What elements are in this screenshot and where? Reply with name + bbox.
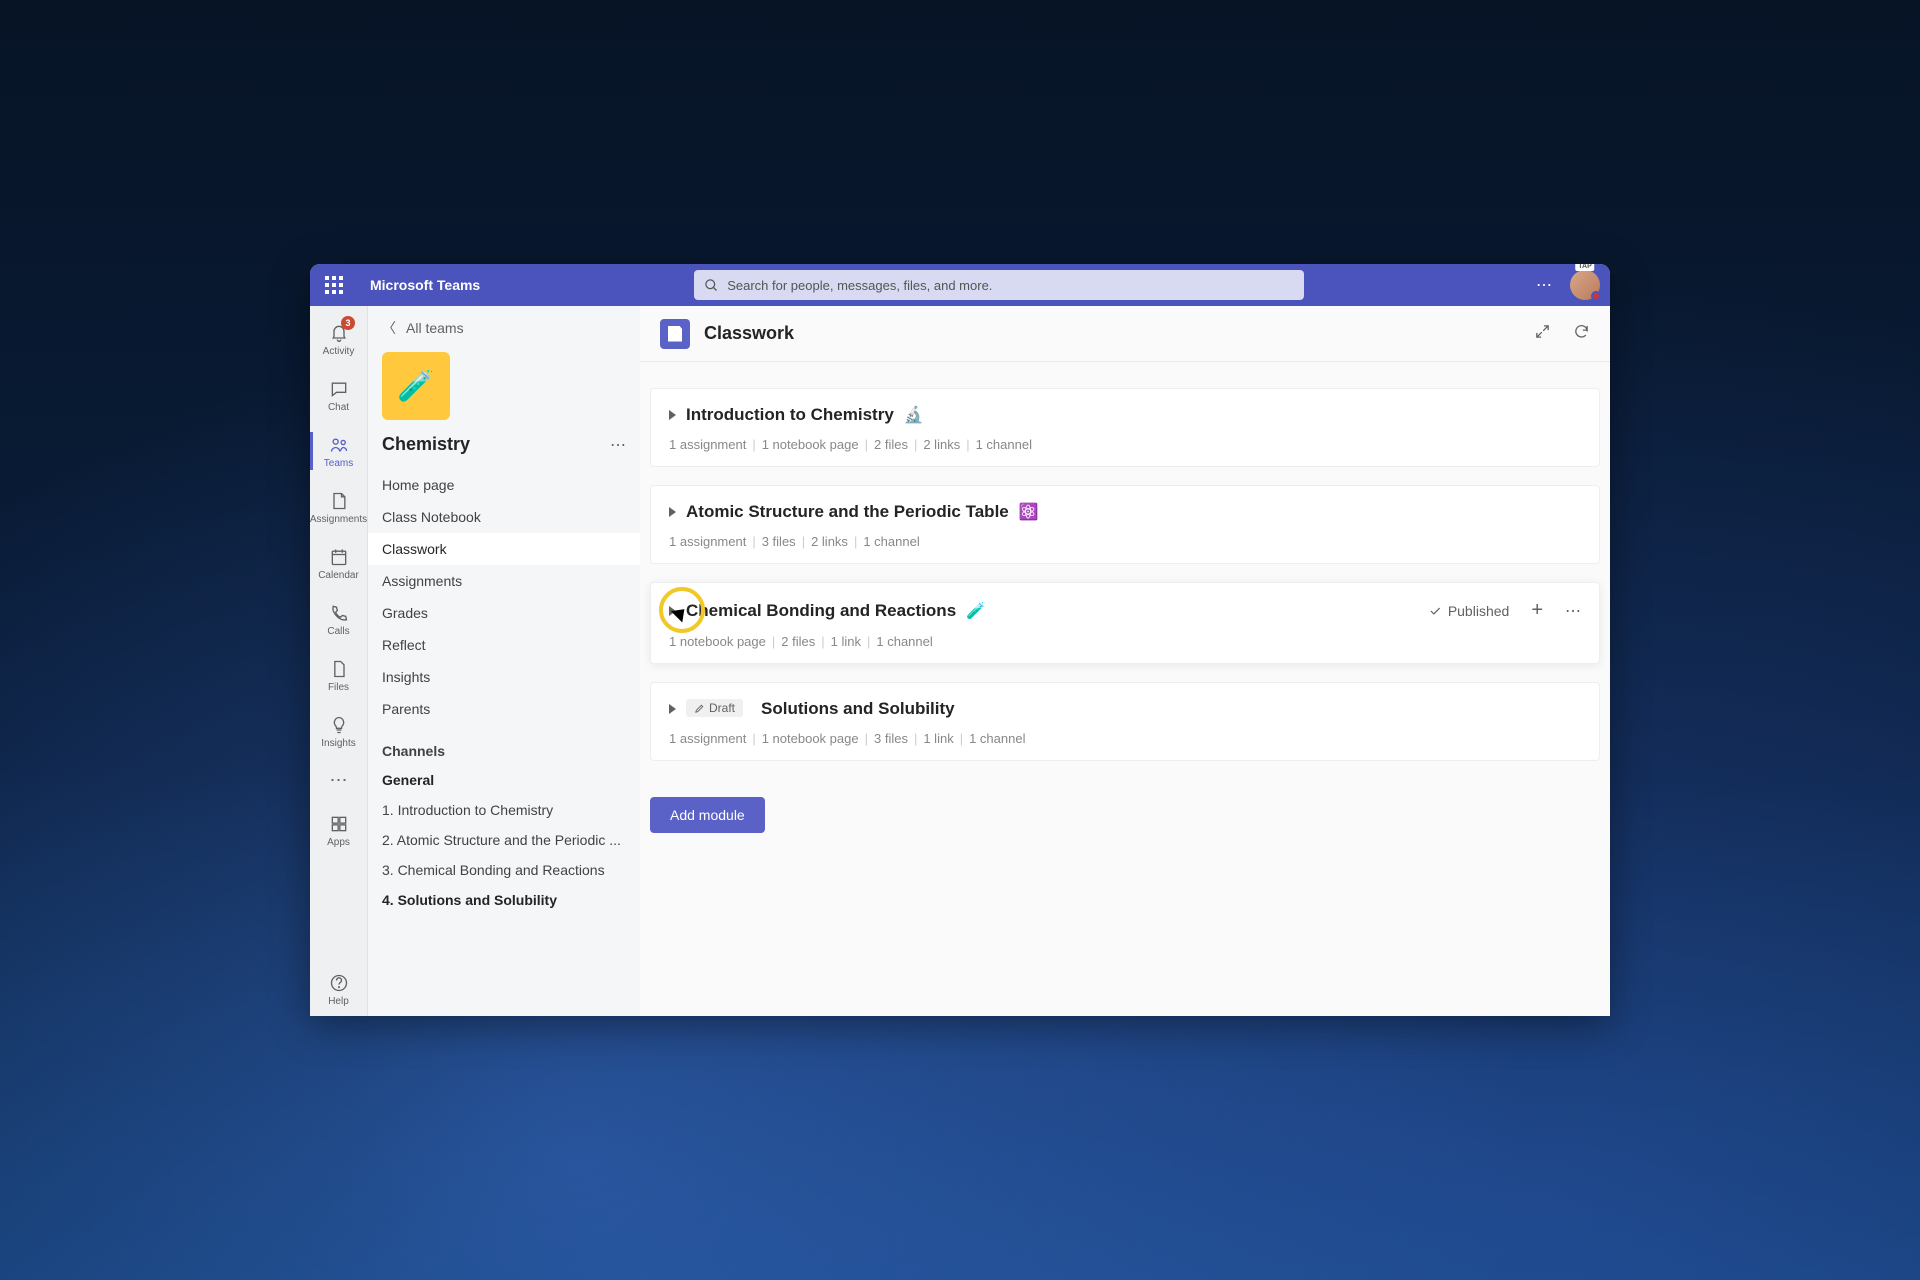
sidebar-link-home[interactable]: Home page: [368, 469, 640, 501]
rail-label: Calls: [327, 626, 349, 637]
channel-2[interactable]: 2. Atomic Structure and the Periodic ...: [368, 825, 640, 855]
rail-label: Apps: [327, 837, 350, 848]
team-more-button[interactable]: ⋯: [610, 435, 626, 455]
rail-label: Activity: [323, 346, 355, 357]
module-more-button[interactable]: ⋯: [1565, 601, 1581, 621]
teams-window: Microsoft Teams Search for people, messa…: [310, 264, 1610, 1016]
settings-more-button[interactable]: ⋯: [1536, 275, 1552, 295]
sidebar-link-assignments[interactable]: Assignments: [368, 565, 640, 597]
rail-assignments[interactable]: Assignments: [310, 480, 367, 534]
rail-teams[interactable]: Teams: [310, 424, 367, 478]
caret-right-icon[interactable]: [669, 410, 676, 420]
waffle-icon: [325, 276, 343, 294]
profile-avatar[interactable]: TAP: [1570, 270, 1600, 300]
file-icon: [328, 658, 350, 680]
refresh-button[interactable]: [1573, 323, 1590, 345]
avatar-tag: TAP: [1575, 264, 1594, 271]
channels-header: Channels: [368, 725, 640, 765]
app-launcher-button[interactable]: [320, 271, 348, 299]
chevron-left-icon: 〈: [382, 318, 396, 338]
app-rail: Activity 3 Chat Teams Assignments Calend…: [310, 306, 368, 1016]
caret-right-icon[interactable]: [669, 704, 676, 714]
module-emoji-icon: 🔬: [904, 405, 924, 425]
rail-chat[interactable]: Chat: [310, 368, 367, 422]
rail-label: Files: [328, 682, 349, 693]
rail-help[interactable]: Help: [310, 962, 367, 1016]
caret-right-icon[interactable]: [669, 606, 676, 616]
chat-icon: [328, 378, 350, 400]
apps-icon: [328, 813, 350, 835]
presence-busy-icon: [1591, 291, 1601, 301]
calendar-icon: [328, 546, 350, 568]
main-panel: Classwork Introduction to Chemistry 🔬 1 as…: [640, 306, 1610, 1016]
phone-icon: [328, 602, 350, 624]
module-emoji-icon: ⚛️: [1019, 502, 1039, 522]
module-summary: 1 assignment|3 files|2 links|1 channel: [651, 534, 1599, 563]
rail-label: Help: [328, 996, 349, 1007]
module-title: Atomic Structure and the Periodic Table: [686, 502, 1009, 522]
module-title: Chemical Bonding and Reactions: [686, 601, 956, 621]
rail-insights[interactable]: Insights: [310, 704, 367, 758]
team-sidebar: 〈 All teams 🧪 Chemistry ⋯ Home page Clas…: [368, 306, 640, 1016]
caret-right-icon[interactable]: [669, 507, 676, 517]
page-title: Classwork: [704, 323, 794, 344]
rail-apps[interactable]: Apps: [310, 803, 367, 857]
rail-label: Teams: [324, 458, 353, 469]
published-status: Published: [1428, 603, 1510, 619]
module-card[interactable]: Introduction to Chemistry 🔬 1 assignment|1…: [650, 388, 1600, 467]
module-card[interactable]: Atomic Structure and the Periodic Table ⚛…: [650, 485, 1600, 564]
module-emoji-icon: 🧪: [966, 601, 986, 621]
main-header: Classwork: [640, 306, 1610, 362]
sidebar-link-notebook[interactable]: Class Notebook: [368, 501, 640, 533]
rail-more-button[interactable]: ⋯: [330, 760, 348, 801]
team-avatar: 🧪: [382, 352, 450, 420]
team-name: Chemistry: [382, 434, 470, 455]
sidebar-link-grades[interactable]: Grades: [368, 597, 640, 629]
rail-label: Chat: [328, 402, 349, 413]
add-module-button[interactable]: Add module: [650, 797, 765, 833]
sidebar-link-reflect[interactable]: Reflect: [368, 629, 640, 661]
search-placeholder: Search for people, messages, files, and …: [727, 278, 992, 293]
title-bar: Microsoft Teams Search for people, messa…: [310, 264, 1610, 306]
channel-3[interactable]: 3. Chemical Bonding and Reactions: [368, 855, 640, 885]
rail-label: Calendar: [318, 570, 359, 581]
back-label: All teams: [406, 320, 464, 336]
rail-activity[interactable]: Activity 3: [310, 312, 367, 366]
sidebar-link-insights[interactable]: Insights: [368, 661, 640, 693]
assignments-icon: [328, 490, 350, 512]
draft-badge: Draft: [686, 699, 743, 717]
search-box[interactable]: Search for people, messages, files, and …: [694, 270, 1304, 300]
sidebar-link-classwork[interactable]: Classwork: [368, 533, 640, 565]
module-card[interactable]: Chemical Bonding and Reactions 🧪 Published…: [650, 582, 1600, 664]
channel-1[interactable]: 1. Introduction to Chemistry: [368, 795, 640, 825]
back-all-teams[interactable]: 〈 All teams: [368, 318, 640, 348]
activity-badge: 3: [341, 316, 355, 330]
channel-4[interactable]: 4. Solutions and Solubility: [368, 885, 640, 915]
rail-files[interactable]: Files: [310, 648, 367, 702]
module-summary: 1 assignment|1 notebook page|3 files|1 l…: [651, 731, 1599, 760]
app-brand: Microsoft Teams: [370, 277, 480, 293]
search-icon: [704, 278, 719, 293]
modules-list: Introduction to Chemistry 🔬 1 assignment|1…: [640, 362, 1610, 1016]
expand-button[interactable]: [1534, 323, 1551, 345]
teams-icon: [328, 434, 350, 456]
sidebar-link-parents[interactable]: Parents: [368, 693, 640, 725]
module-summary: 1 notebook page|2 files|1 link|1 channel: [651, 634, 1599, 663]
rail-label: Insights: [321, 738, 355, 749]
module-summary: 1 assignment|1 notebook page|2 files|2 l…: [651, 437, 1599, 466]
channel-general[interactable]: General: [368, 765, 640, 795]
rail-calendar[interactable]: Calendar: [310, 536, 367, 590]
module-card[interactable]: Draft Solutions and Solubility 1 assignmen…: [650, 682, 1600, 761]
team-tabs-list: Home page Class Notebook Classwork Assig…: [368, 469, 640, 725]
module-title: Solutions and Solubility: [761, 699, 955, 719]
classwork-app-icon: [660, 319, 690, 349]
help-icon: [328, 972, 350, 994]
bulb-icon: [328, 714, 350, 736]
rail-label: Assignments: [310, 514, 367, 525]
add-item-button[interactable]: +: [1531, 599, 1543, 622]
rail-calls[interactable]: Calls: [310, 592, 367, 646]
module-title: Introduction to Chemistry: [686, 405, 894, 425]
